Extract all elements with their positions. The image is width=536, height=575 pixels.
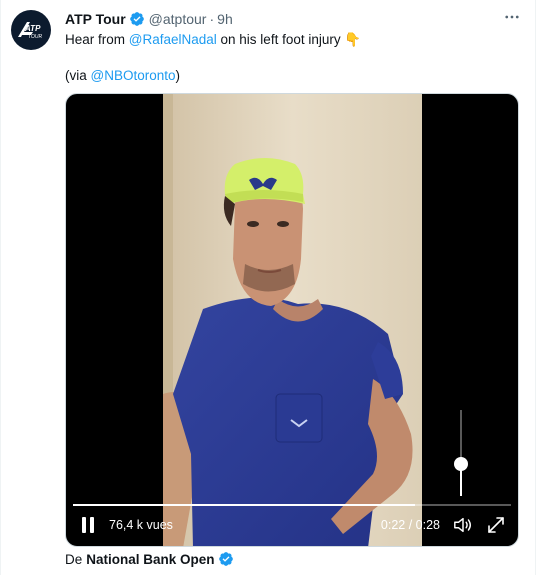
verified-badge-icon [129,12,144,26]
more-options-button[interactable] [501,8,523,26]
pause-icon[interactable] [80,516,96,534]
view-count: 76,4 k vues [109,518,173,532]
separator-dot: · [209,11,215,27]
atp-logo-icon: ATP TOUR [18,22,42,40]
pointing-down-emoji: 👇 [344,32,362,47]
volume-icon[interactable] [452,515,474,535]
tweet-text: Hear from [65,32,129,47]
tweet-header: ATP Tour @atptour · 9h [65,9,233,29]
tweet-text-line-2: (via @NBOtoronto) [65,66,180,85]
video-controls: 76,4 k vues 0:22 / 0:28 [66,494,518,546]
source-name[interactable]: National Bank Open [86,552,214,567]
progress-fill [73,504,415,506]
video-player[interactable]: 76,4 k vues 0:22 / 0:28 [65,93,519,547]
author-handle[interactable]: @atptour [149,11,207,27]
verified-badge-icon [218,552,233,566]
progress-bar[interactable] [73,504,511,506]
source-prefix: De [65,551,83,567]
tweet-text: ) [175,68,181,83]
timestamp[interactable]: 9h [217,11,233,27]
tweet-text-line-1: Hear from @RafaelNadal on his left foot … [65,30,361,49]
tweet-card[interactable]: ATP TOUR ATP Tour @atptour · 9h Hear fro… [0,0,536,575]
volume-knob[interactable] [454,457,468,472]
timecode: 0:22 / 0:28 [380,518,440,532]
author-name[interactable]: ATP Tour [65,11,126,27]
fullscreen-icon[interactable] [486,515,506,535]
volume-slider[interactable] [454,410,468,496]
more-options-icon [505,15,519,19]
video-frame [163,94,422,546]
tweet-text: on his left foot injury [216,32,341,47]
tweet-text: (via [65,68,91,83]
svg-text:ATP: ATP [24,24,41,33]
mention-link[interactable]: @RafaelNadal [129,32,217,47]
video-source: De National Bank Open [65,550,234,568]
svg-text:TOUR: TOUR [28,34,42,40]
avatar[interactable]: ATP TOUR [11,10,51,50]
mention-link[interactable]: @NBOtoronto [91,68,176,83]
